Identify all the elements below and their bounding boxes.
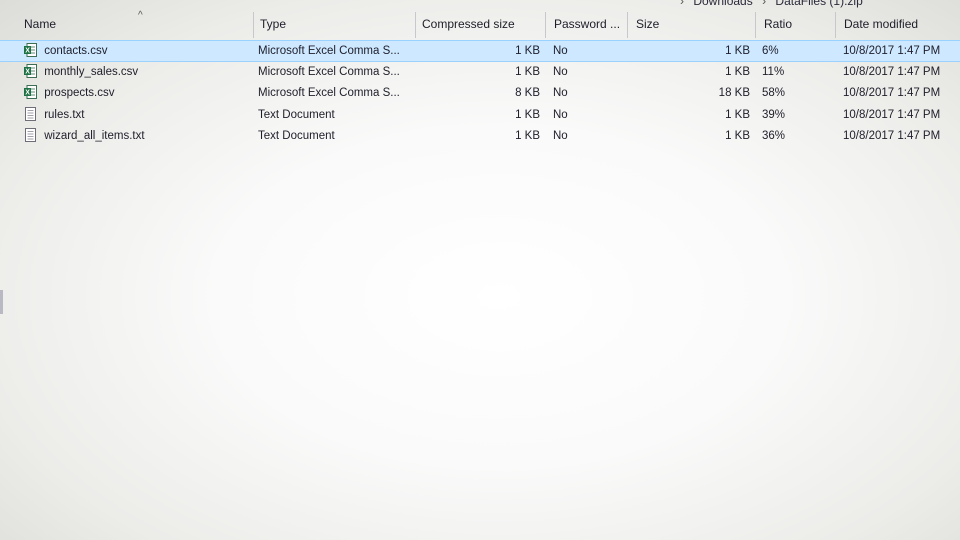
- file-name: wizard_all_items.txt: [44, 130, 145, 142]
- file-compressed-size: 1 KB: [515, 108, 540, 121]
- file-compressed-size: 8 KB: [515, 87, 540, 99]
- file-size: 1 KB: [725, 45, 750, 57]
- file-date-modified: 10/8/2017 1:47 PM: [843, 108, 941, 121]
- file-name-cell[interactable]: wizard_all_items.txt: [24, 126, 145, 147]
- file-row[interactable]: X prospects.csv Microsoft Excel Comma S.…: [0, 83, 960, 105]
- file-password: No: [553, 45, 568, 57]
- text-file-icon: [25, 106, 36, 121]
- file-name-cell[interactable]: rules.txt: [24, 105, 84, 126]
- window-resize-edge[interactable]: [0, 290, 3, 314]
- column-header-name-label: Name: [24, 17, 57, 31]
- column-header-size-label: Size: [636, 17, 660, 31]
- file-password: No: [553, 87, 568, 99]
- file-row[interactable]: rules.txt Text Document 1 KB No 1 KB 39%…: [0, 105, 960, 127]
- text-file-icon: [25, 128, 36, 142]
- file-date-modified: 10/8/2017 1:47 PM: [843, 87, 941, 99]
- column-divider[interactable]: [545, 12, 546, 38]
- file-name: prospects.csv: [44, 87, 115, 99]
- file-password: No: [553, 65, 568, 78]
- file-size: 1 KB: [725, 130, 750, 142]
- file-name: contacts.csv: [44, 45, 108, 57]
- column-header-ratio-label: Ratio: [764, 17, 793, 31]
- file-compressed-size: 1 KB: [515, 65, 540, 78]
- breadcrumb: › Downloads › DataFiles (1).zip: [680, 0, 869, 8]
- svg-text:X: X: [25, 68, 30, 75]
- file-compressed-size: 1 KB: [515, 130, 540, 142]
- file-name: monthly_sales.csv: [44, 65, 139, 78]
- file-explorer-window: › Downloads › DataFiles (1).zip Name ^ T…: [0, 0, 960, 540]
- file-type: Microsoft Excel Comma S...: [258, 45, 400, 57]
- file-ratio: 11%: [762, 65, 785, 78]
- column-divider[interactable]: [627, 12, 628, 38]
- file-name: rules.txt: [44, 108, 85, 121]
- file-password: No: [553, 108, 568, 121]
- excel-csv-icon: X: [24, 43, 37, 57]
- chevron-right-icon: ›: [762, 0, 767, 8]
- file-date-modified: 10/8/2017 1:47 PM: [843, 65, 941, 78]
- column-header-size[interactable]: Size: [630, 8, 756, 40]
- file-type: Microsoft Excel Comma S...: [258, 65, 400, 78]
- file-name-cell[interactable]: X contacts.csv: [24, 41, 107, 62]
- file-ratio: 39%: [762, 108, 786, 121]
- file-row[interactable]: X monthly_sales.csv Microsoft Excel Comm…: [0, 62, 960, 84]
- file-size: 1 KB: [725, 65, 750, 78]
- file-date-modified: 10/8/2017 1:47 PM: [843, 45, 941, 57]
- file-ratio: 36%: [762, 130, 786, 142]
- column-header-type-label: Type: [260, 17, 287, 31]
- column-header-date-modified[interactable]: Date modified: [838, 8, 960, 40]
- breadcrumb-item-zip[interactable]: DataFiles (1).zip: [775, 0, 862, 8]
- svg-text:X: X: [25, 90, 30, 97]
- excel-csv-icon: X: [24, 63, 37, 78]
- file-password: No: [553, 130, 568, 142]
- column-divider[interactable]: [835, 12, 836, 38]
- column-header-type[interactable]: Type: [254, 8, 416, 40]
- column-header-compressed-size-label: Compressed size: [422, 17, 515, 31]
- excel-csv-icon: X: [24, 85, 37, 99]
- column-header-password-label: Password ...: [554, 17, 621, 31]
- file-date-modified: 10/8/2017 1:47 PM: [843, 130, 941, 142]
- column-header-ratio[interactable]: Ratio: [758, 8, 836, 40]
- svg-text:X: X: [25, 48, 30, 55]
- file-ratio: 6%: [762, 45, 779, 57]
- file-size: 18 KB: [718, 87, 750, 99]
- file-name-cell[interactable]: X monthly_sales.csv: [24, 62, 138, 83]
- chevron-right-icon: ›: [680, 0, 684, 8]
- column-divider[interactable]: [755, 12, 756, 38]
- column-header-name[interactable]: Name ^: [18, 8, 254, 40]
- breadcrumb-item-downloads[interactable]: Downloads: [693, 0, 752, 8]
- file-ratio: 58%: [762, 87, 786, 99]
- sort-ascending-icon: ^: [138, 10, 143, 21]
- file-type: Text Document: [258, 108, 335, 121]
- column-header-date-modified-label: Date modified: [844, 17, 919, 31]
- file-list: X contacts.csv Microsoft Excel Comma S..…: [0, 40, 960, 148]
- file-row[interactable]: X contacts.csv Microsoft Excel Comma S..…: [0, 40, 960, 62]
- file-type: Text Document: [258, 130, 335, 142]
- column-header-compressed-size[interactable]: Compressed size: [416, 8, 546, 40]
- file-name-cell[interactable]: X prospects.csv: [24, 83, 115, 104]
- file-type: Microsoft Excel Comma S...: [258, 87, 400, 99]
- file-row[interactable]: wizard_all_items.txt Text Document 1 KB …: [0, 126, 960, 148]
- column-header-password[interactable]: Password ...: [548, 8, 628, 40]
- file-size: 1 KB: [725, 108, 750, 121]
- column-header-row: Name ^ Type Compressed size Password ...…: [0, 8, 960, 40]
- file-compressed-size: 1 KB: [515, 45, 540, 57]
